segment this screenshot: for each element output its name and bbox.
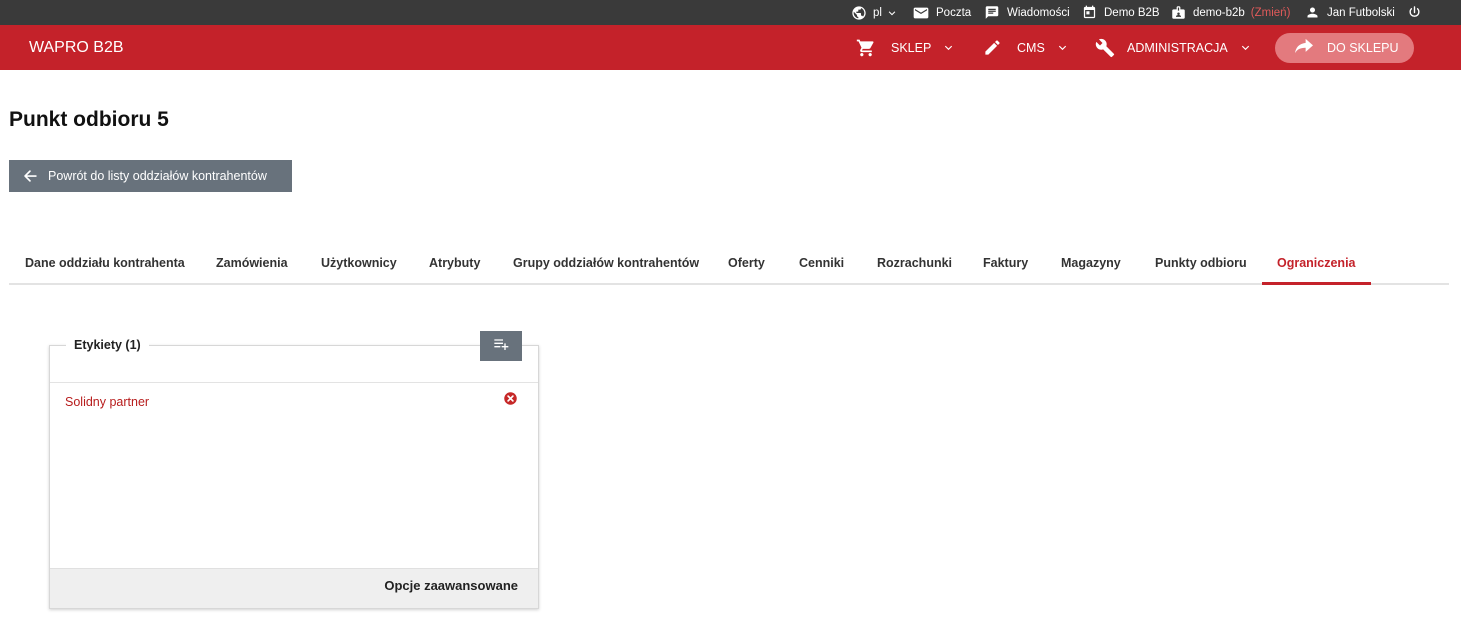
- nav-administration[interactable]: ADMINISTRACJA: [1095, 25, 1251, 70]
- back-to-list-button[interactable]: Powrót do listy oddziałów kontrahentów: [9, 160, 292, 192]
- tab-settlements[interactable]: Rozrachunki: [877, 241, 952, 285]
- messages-link[interactable]: Wiadomości: [984, 0, 1070, 25]
- tab-offers[interactable]: Oferty: [728, 241, 765, 285]
- nav-cms[interactable]: CMS: [983, 25, 1068, 70]
- go-to-shop-button[interactable]: DO SKLEPU: [1275, 33, 1414, 63]
- language-label: pl: [873, 6, 882, 19]
- top-utility-bar: pl Poczta Wiadomości Demo B2B demo-b2b (…: [0, 0, 1461, 25]
- playlist-add-icon: [493, 337, 509, 356]
- nav-cms-label: CMS: [1017, 40, 1045, 55]
- account-badge-icon: [1171, 5, 1186, 20]
- card-divider: [50, 382, 538, 383]
- mail-label: Poczta: [936, 6, 972, 19]
- tab-users[interactable]: Użytkownicy: [321, 241, 397, 285]
- power-icon: [1407, 5, 1422, 20]
- account-label: demo-b2b: [1193, 6, 1245, 19]
- go-to-shop-label: DO SKLEPU: [1327, 41, 1399, 55]
- main-header: WAPRO B2B SKLEP CMS ADMINISTRACJA DO SKL: [0, 25, 1461, 70]
- cart-icon: [856, 38, 876, 58]
- tab-orders[interactable]: Zamówienia: [216, 241, 288, 285]
- card-footer: Opcje zaawansowane: [50, 568, 538, 608]
- tab-attributes[interactable]: Atrybuty: [429, 241, 480, 285]
- tab-warehouses[interactable]: Magazyny: [1061, 241, 1121, 285]
- labels-card-title: Etykiety (1): [66, 338, 149, 352]
- nav-shop[interactable]: SKLEP: [856, 25, 954, 70]
- tab-invoices[interactable]: Faktury: [983, 241, 1028, 285]
- tab-bar: Dane oddziału kontrahenta Zamówienia Uży…: [9, 241, 1449, 285]
- company-link[interactable]: Demo B2B: [1082, 0, 1160, 25]
- user-name: Jan Futbolski: [1327, 6, 1395, 19]
- globe-icon: [851, 5, 867, 21]
- tab-restrictions[interactable]: Ograniczenia: [1262, 241, 1371, 285]
- person-icon: [1305, 5, 1320, 20]
- tab-branch-data[interactable]: Dane oddziału kontrahenta: [25, 241, 185, 285]
- advanced-options-link[interactable]: Opcje zaawansowane: [384, 578, 518, 593]
- nav-shop-label: SKLEP: [891, 40, 932, 55]
- calendar-icon: [1082, 5, 1097, 20]
- pencil-icon: [983, 38, 1002, 57]
- nav-administration-label: ADMINISTRACJA: [1127, 40, 1228, 55]
- change-account-link[interactable]: (Zmień): [1251, 7, 1291, 19]
- wrench-icon: [1095, 38, 1115, 58]
- add-label-button[interactable]: [480, 331, 522, 361]
- chevron-down-icon: [1240, 42, 1251, 53]
- envelope-icon: [913, 6, 929, 20]
- company-label: Demo B2B: [1104, 6, 1160, 19]
- tab-price-lists[interactable]: Cenniki: [799, 241, 844, 285]
- remove-label-icon[interactable]: [503, 391, 518, 411]
- label-item[interactable]: Solidny partner: [65, 395, 149, 409]
- brand-logo[interactable]: WAPRO B2B: [29, 25, 124, 70]
- chevron-down-icon: [887, 8, 897, 18]
- user-menu[interactable]: Jan Futbolski: [1305, 0, 1395, 25]
- labels-card: Etykiety (1) Solidny partner Opcje zaawa…: [49, 338, 539, 609]
- account-link[interactable]: demo-b2b (Zmień): [1171, 0, 1290, 25]
- page-title: Punkt odbioru 5: [9, 108, 169, 131]
- chat-icon: [984, 5, 1000, 20]
- chevron-down-icon: [1057, 42, 1068, 53]
- logout-button[interactable]: [1407, 0, 1422, 25]
- tab-pickup-points[interactable]: Punkty odbioru: [1155, 241, 1247, 285]
- tab-branch-groups[interactable]: Grupy oddziałów kontrahentów: [513, 241, 699, 285]
- mail-link[interactable]: Poczta: [913, 0, 971, 25]
- chevron-down-icon: [943, 42, 954, 53]
- messages-label: Wiadomości: [1007, 6, 1070, 19]
- language-selector[interactable]: pl: [851, 0, 897, 25]
- back-to-list-label: Powrót do listy oddziałów kontrahentów: [48, 169, 267, 183]
